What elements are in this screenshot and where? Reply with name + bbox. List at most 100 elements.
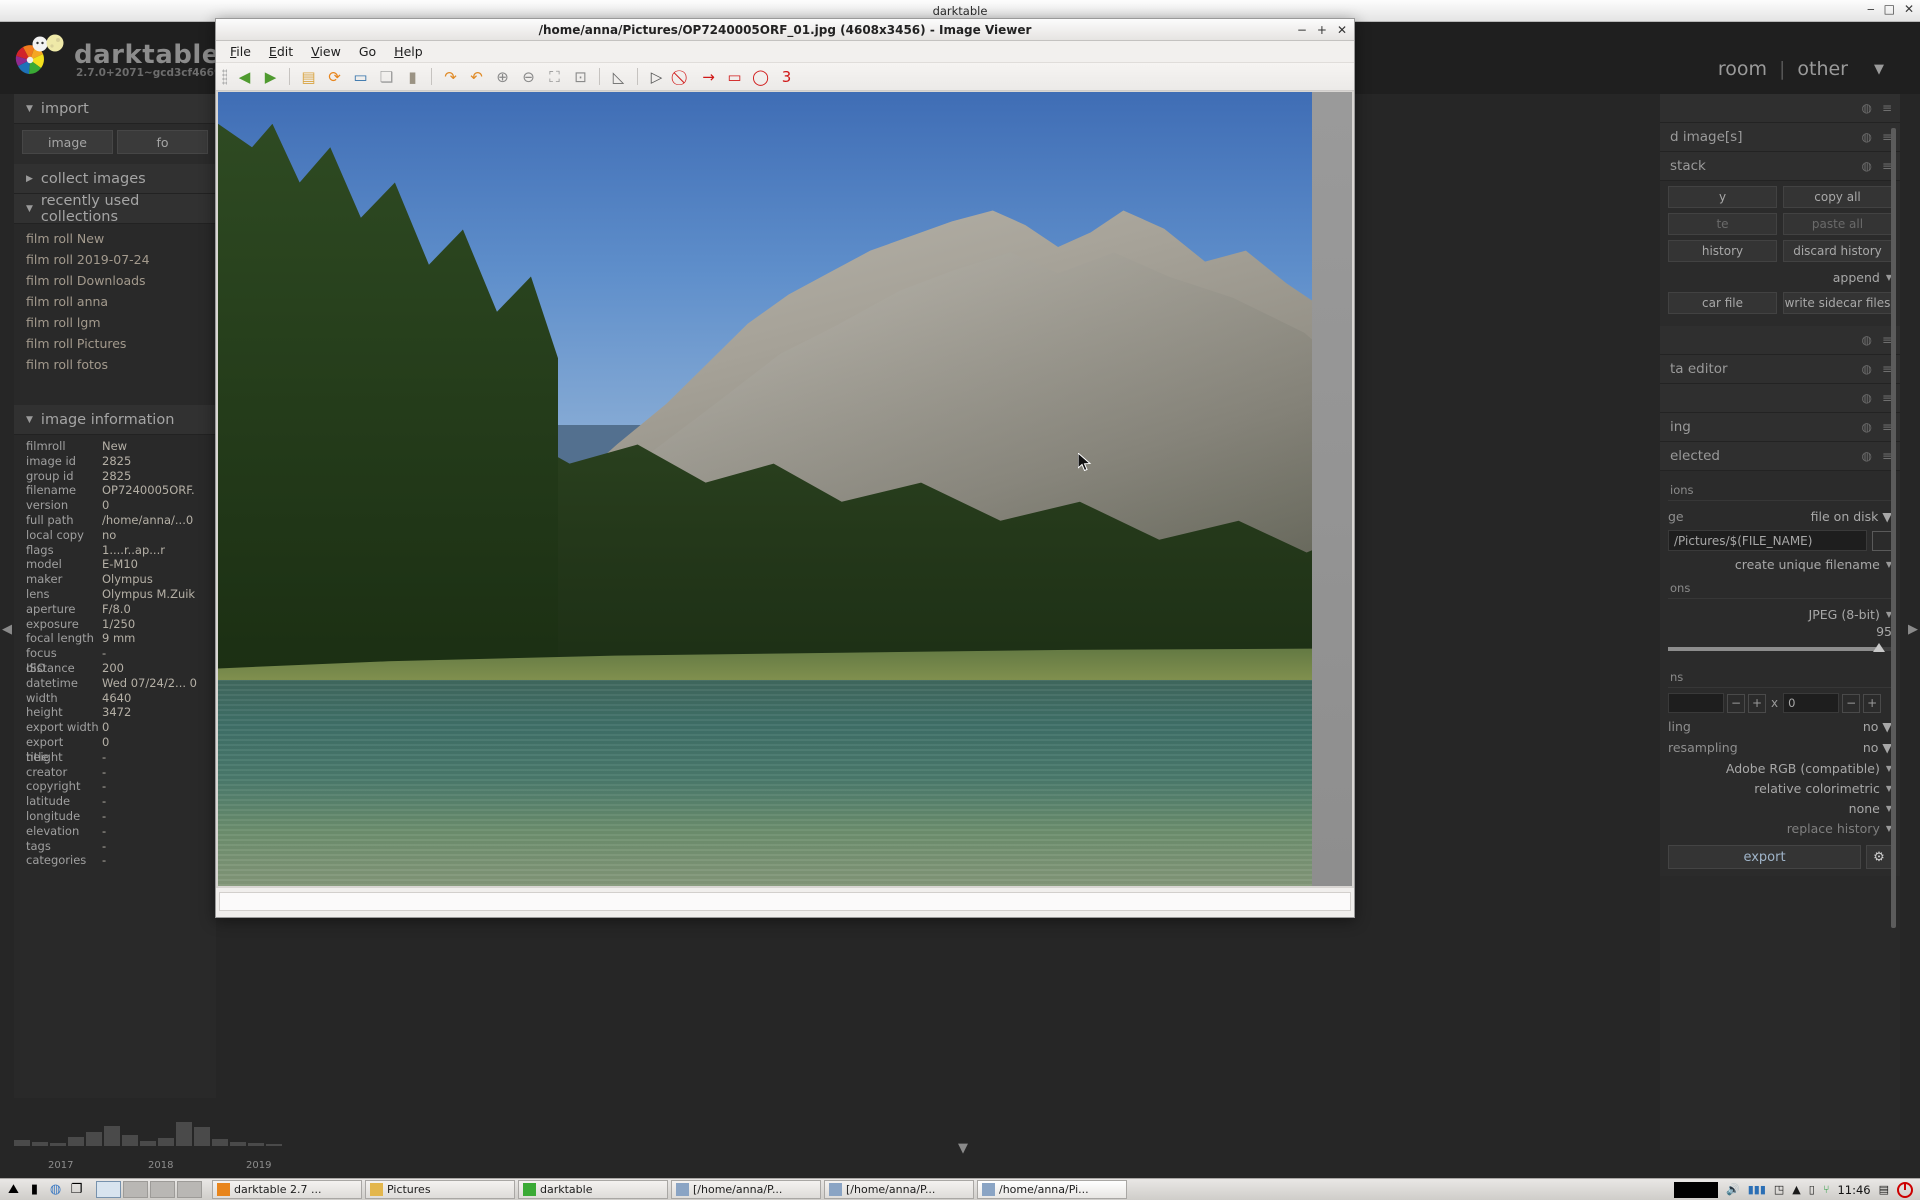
panel-section-blank[interactable]: ◍ ≡	[1660, 326, 1900, 355]
info-icon[interactable]: ◍	[1861, 391, 1871, 405]
view-other[interactable]: other	[1785, 58, 1860, 80]
max-width-input[interactable]	[1668, 693, 1724, 713]
list-item[interactable]: film roll New	[14, 228, 216, 249]
menu-file[interactable]: File	[230, 44, 251, 59]
write-sidecar-button[interactable]: write sidecar files	[1783, 292, 1892, 314]
close-icon[interactable]: ✕	[1337, 23, 1347, 37]
section-image-information[interactable]: ▼ image information	[14, 405, 216, 435]
rotate-left-icon[interactable]: ↶	[465, 66, 488, 88]
allow-upscaling-row[interactable]: ling no ▼	[1668, 716, 1892, 737]
view-lighttable[interactable]: room	[1706, 58, 1779, 80]
usb-icon[interactable]: ⑂	[1823, 1183, 1830, 1196]
section-collect-images[interactable]: ▶ collect images	[14, 164, 216, 194]
forward-icon[interactable]: ▶	[259, 66, 282, 88]
profile-select[interactable]: Adobe RGB (compatible) ▼	[1668, 758, 1892, 778]
info-icon[interactable]: ◍	[1861, 159, 1871, 173]
info-icon[interactable]: ◍	[1861, 130, 1871, 144]
paste-icon[interactable]: ▮	[401, 66, 424, 88]
info-icon[interactable]: ◍	[1861, 449, 1871, 463]
back-icon[interactable]: ◀	[233, 66, 256, 88]
copy-all-button[interactable]: copy all	[1783, 186, 1892, 208]
zoom-in-icon[interactable]: ⊕	[491, 66, 514, 88]
taskbar-task[interactable]: /home/anna/Pi...	[977, 1180, 1127, 1199]
rotate-right-icon[interactable]: ↷	[439, 66, 462, 88]
pointer-tool-icon[interactable]: ◺	[607, 66, 630, 88]
panel-section-history-stack[interactable]: stack ◍ ≡	[1660, 152, 1900, 181]
updates-icon[interactable]: ▲	[1792, 1183, 1800, 1196]
arrow-tool-icon[interactable]: →	[697, 66, 720, 88]
workspace-2[interactable]	[123, 1181, 148, 1198]
info-icon[interactable]: ◍	[1861, 362, 1871, 376]
target-storage-row[interactable]: ge file on disk ▼	[1668, 506, 1892, 527]
section-recently-used[interactable]: ▼ recently used collections	[14, 193, 216, 225]
info-icon[interactable]: ◍	[1861, 101, 1871, 115]
menu-go[interactable]: Go	[359, 44, 376, 59]
cpu-monitor-icon[interactable]	[1674, 1181, 1719, 1198]
export-path-input[interactable]	[1668, 530, 1867, 551]
menu-edit[interactable]: Edit	[269, 44, 293, 59]
fullscreen-icon[interactable]: ▭	[349, 66, 372, 88]
volume-icon[interactable]: 🔊	[1726, 1183, 1740, 1196]
network-icon[interactable]: ▮▮▮	[1748, 1183, 1766, 1196]
high-quality-resampling-row[interactable]: resampling no ▼	[1668, 737, 1892, 758]
panel-section-blank2[interactable]: ◍ ≡	[1660, 384, 1900, 413]
rectangle-tool-icon[interactable]: ▭	[723, 66, 746, 88]
toolbar-grip[interactable]	[222, 68, 227, 85]
file-format-select[interactable]: JPEG (8-bit) ▼	[1668, 604, 1892, 624]
taskbar-task[interactable]: [/home/anna/P...	[824, 1180, 974, 1199]
open-folder-icon[interactable]: ▤	[297, 66, 320, 88]
left-panel-collapse-icon[interactable]: ◀	[2, 622, 12, 637]
counter-tool-icon[interactable]: 3	[775, 66, 798, 88]
taskbar-task[interactable]: [/home/anna/P...	[671, 1180, 821, 1199]
image-canvas[interactable]	[216, 91, 1354, 887]
menu-view[interactable]: View	[311, 44, 341, 59]
panel-section-selected-images[interactable]: d image[s] ◍ ≡	[1660, 123, 1900, 152]
right-panel-scrollbar[interactable]	[1891, 128, 1896, 928]
history-mode-select[interactable]: append ▼	[1668, 267, 1892, 287]
zoom-actual-icon[interactable]: ⊡	[569, 66, 592, 88]
discard-history-button[interactable]: discard history	[1783, 240, 1892, 262]
max-height-input[interactable]	[1783, 693, 1840, 713]
maximize-icon[interactable]: +	[1317, 23, 1327, 37]
no-selection-icon[interactable]: ⃠	[671, 66, 694, 88]
paste-parts-button[interactable]: te	[1668, 213, 1777, 235]
compress-history-button[interactable]: history	[1668, 240, 1777, 262]
zoom-fit-icon[interactable]: ⛶	[543, 66, 566, 88]
export-button[interactable]: export	[1668, 845, 1861, 869]
list-item[interactable]: film roll anna	[14, 291, 216, 312]
height-plus-button[interactable]: +	[1863, 693, 1882, 713]
width-plus-button[interactable]: +	[1748, 693, 1766, 713]
panel-section-header[interactable]: ◍ ≡	[1660, 94, 1900, 123]
copy-icon[interactable]: ❏	[375, 66, 398, 88]
zoom-out-icon[interactable]: ⊖	[517, 66, 540, 88]
section-import[interactable]: ▼ import	[14, 94, 216, 124]
taskbar-task[interactable]: Pictures	[365, 1180, 515, 1199]
info-icon[interactable]: ◍	[1861, 333, 1871, 347]
import-image-button[interactable]: image	[22, 130, 113, 154]
save-icon[interactable]: ▤	[1879, 1183, 1889, 1196]
terminal-icon[interactable]: ▮	[26, 1181, 43, 1198]
list-item[interactable]: film roll lgm	[14, 312, 216, 333]
chevron-down-icon[interactable]: ▼	[1874, 62, 1884, 77]
gear-icon[interactable]: ⚙	[1866, 845, 1892, 869]
workspace-4[interactable]	[177, 1181, 202, 1198]
style-select[interactable]: none ▼	[1668, 798, 1892, 818]
reload-icon[interactable]: ⟳	[323, 66, 346, 88]
timeline-histogram[interactable]: 2017 2018 2019	[14, 1098, 354, 1171]
width-minus-button[interactable]: −	[1727, 693, 1745, 713]
panel-section-tagging[interactable]: ing ◍ ≡	[1660, 413, 1900, 442]
list-item[interactable]: film roll Pictures	[14, 333, 216, 354]
intent-select[interactable]: relative colorimetric ▼	[1668, 778, 1892, 798]
battery-icon[interactable]: ▯	[1809, 1183, 1815, 1196]
paste-all-button[interactable]: paste all	[1783, 213, 1892, 235]
slideshow-icon[interactable]: ▷	[645, 66, 668, 88]
style-mode-select[interactable]: replace history ▼	[1668, 818, 1892, 838]
minimize-icon[interactable]: −	[1297, 23, 1307, 37]
load-sidecar-button[interactable]: car file	[1668, 292, 1777, 314]
hamburger-icon[interactable]: ≡	[1882, 101, 1892, 115]
right-panel-collapse-icon[interactable]: ▶	[1908, 622, 1918, 637]
quality-slider[interactable]	[1668, 641, 1892, 657]
info-icon[interactable]: ◍	[1861, 420, 1871, 434]
folder-picker-icon[interactable]	[1872, 530, 1892, 551]
menu-help[interactable]: Help	[394, 44, 423, 59]
